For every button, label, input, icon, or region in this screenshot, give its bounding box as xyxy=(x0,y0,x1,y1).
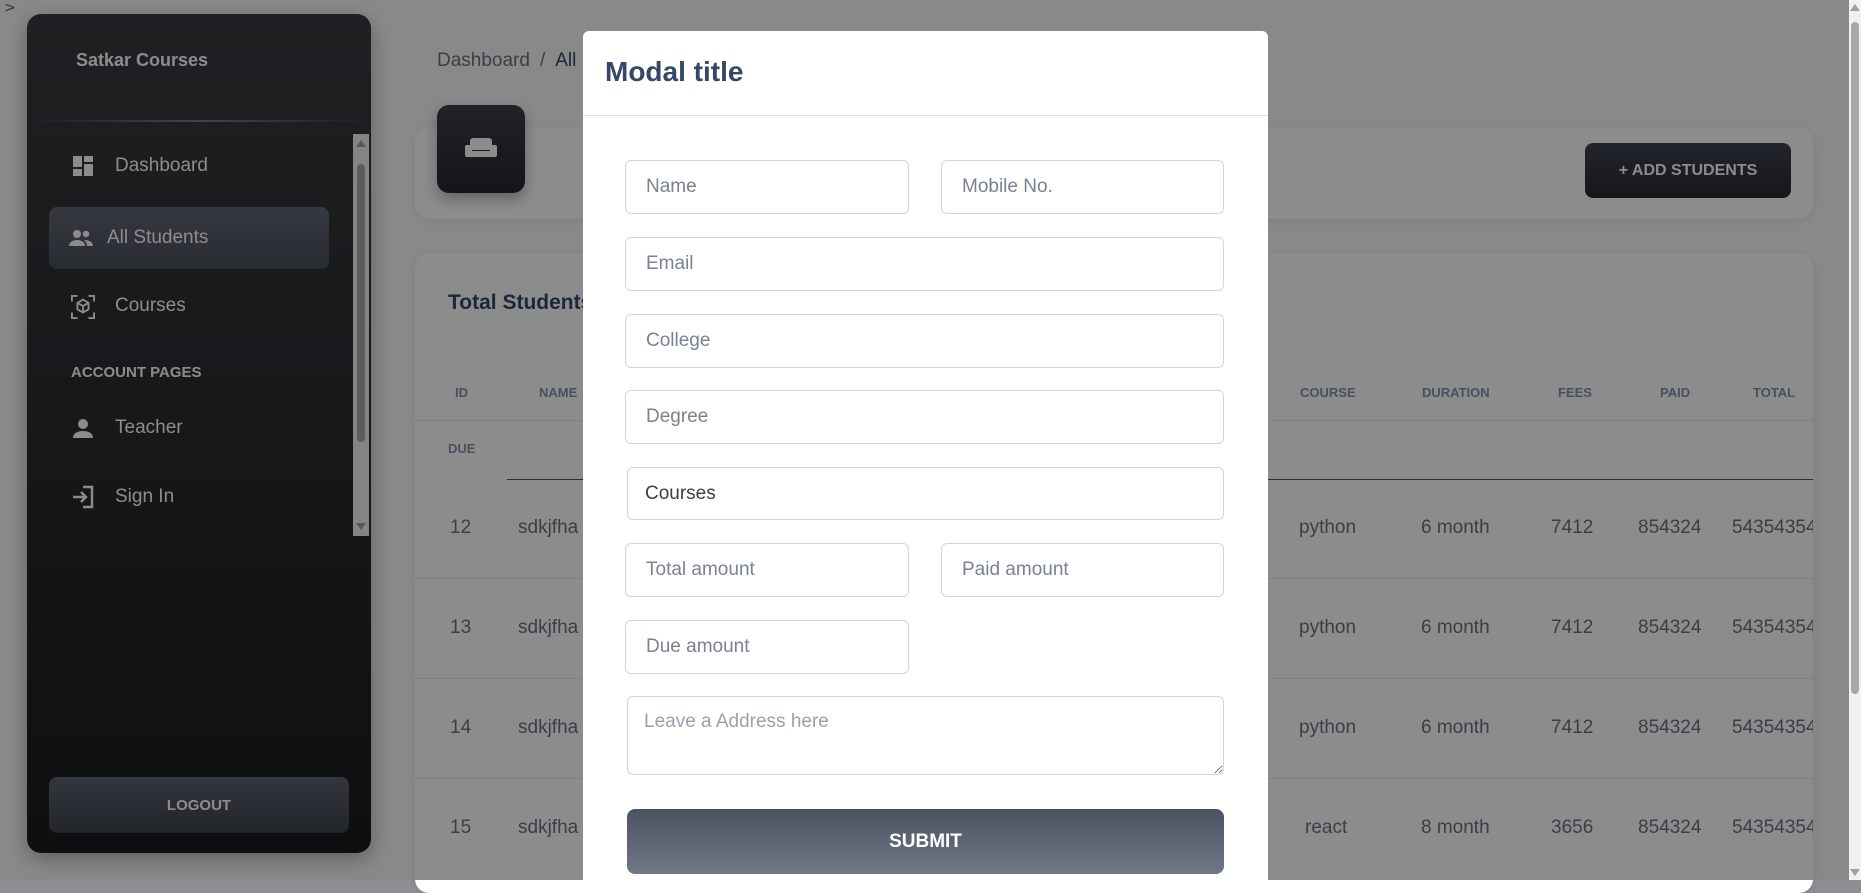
email-field[interactable] xyxy=(625,237,1224,291)
window-scroll-thumb[interactable] xyxy=(1851,22,1859,694)
window-scroll-up-icon[interactable] xyxy=(1850,4,1860,11)
window-scroll-down-icon[interactable] xyxy=(1850,869,1860,876)
add-student-modal: Modal title Courses SUBMIT xyxy=(583,31,1268,891)
address-textarea[interactable] xyxy=(627,696,1224,775)
mobile-field[interactable] xyxy=(941,160,1224,214)
page: Satkar Courses Dashboard All Students Co… xyxy=(0,0,1849,893)
courses-select[interactable]: Courses xyxy=(627,467,1224,520)
due-amount-field[interactable] xyxy=(625,620,909,674)
college-field[interactable] xyxy=(625,314,1224,368)
paid-amount-field[interactable] xyxy=(941,543,1224,597)
modal-divider xyxy=(583,115,1268,116)
total-amount-field[interactable] xyxy=(625,543,909,597)
degree-field[interactable] xyxy=(625,390,1224,444)
courses-select-value: Courses xyxy=(645,482,716,504)
name-field[interactable] xyxy=(625,160,909,214)
window-scrollbar[interactable] xyxy=(1849,0,1861,880)
modal-title: Modal title xyxy=(605,56,744,87)
corner-glyph: > xyxy=(4,0,16,16)
submit-button[interactable]: SUBMIT xyxy=(627,809,1224,874)
